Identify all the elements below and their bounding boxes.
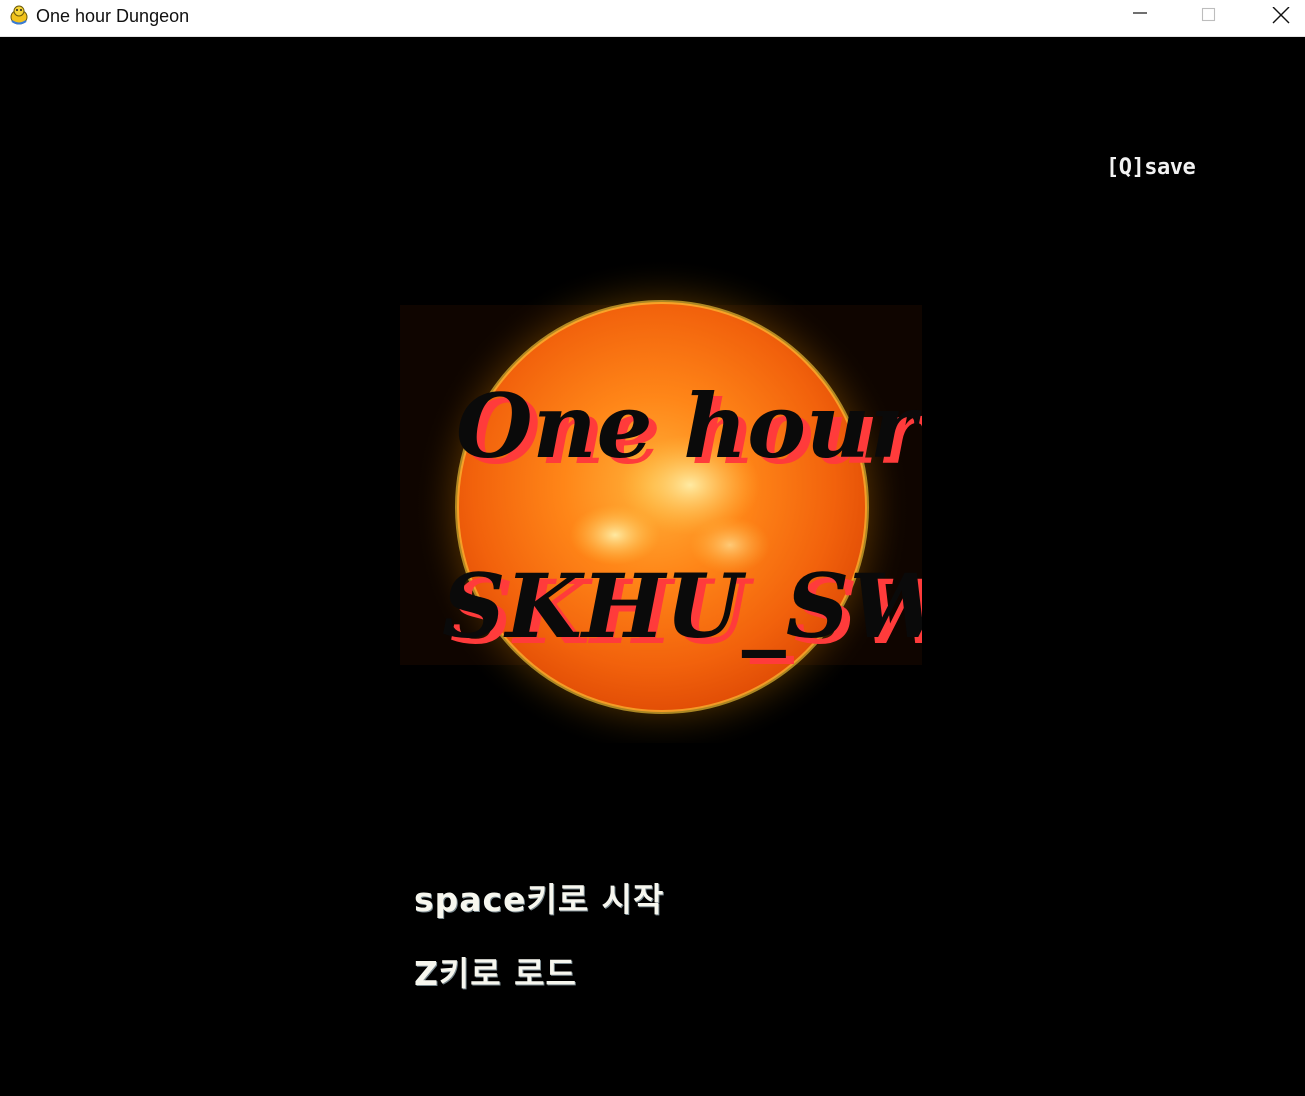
sun-image: One hour One hour SKHU_SW SKHU_SW: [400, 257, 922, 743]
maximize-button[interactable]: [1174, 0, 1244, 30]
minimize-icon: [1133, 12, 1147, 14]
window-title: One hour Dungeon: [36, 6, 190, 26]
menu-load-label: Z키로 로드: [414, 954, 577, 993]
title-logo: One hour One hour SKHU_SW SKHU_SW: [400, 245, 922, 743]
close-button[interactable]: [1245, 0, 1305, 30]
logo-line2: SKHU_SW: [442, 554, 922, 658]
minimize-button[interactable]: [1105, 0, 1175, 30]
game-canvas[interactable]: [Q]save One hour One hour SKHU_SW SKHU_S…: [0, 37, 1305, 1096]
maximize-icon: [1201, 7, 1216, 22]
window-titlebar[interactable]: One hour Dungeon: [0, 0, 1305, 37]
save-hint: [Q]save: [1106, 155, 1196, 180]
logo-line1: One hour: [456, 374, 922, 478]
app-icon: [8, 4, 30, 26]
close-icon: [1272, 7, 1290, 24]
menu-start-label: space키로 시작: [414, 880, 665, 919]
